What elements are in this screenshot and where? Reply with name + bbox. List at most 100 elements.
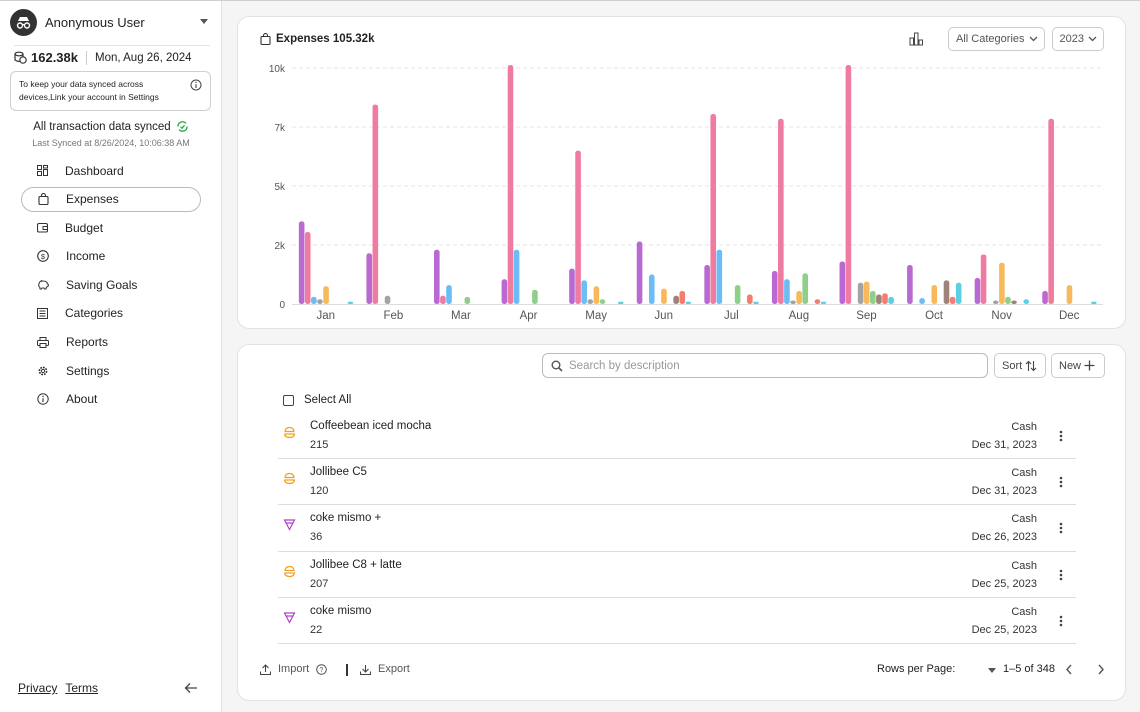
transaction-row[interactable]: coke mismo 22 Cash Dec 25, 2023 xyxy=(278,598,1076,644)
sidebar-item-about[interactable]: About xyxy=(21,387,201,412)
chart-bar[interactable] xyxy=(882,293,888,304)
chart-bar[interactable] xyxy=(931,285,938,304)
import-button[interactable]: Import ? xyxy=(260,663,334,675)
chart-bar[interactable] xyxy=(1023,299,1030,304)
chart-bar[interactable] xyxy=(1048,118,1054,305)
chart-bar[interactable] xyxy=(710,114,717,305)
privacy-link[interactable]: Privacy xyxy=(18,681,57,695)
year-select[interactable]: 2023 xyxy=(1051,27,1104,51)
chart-bar[interactable] xyxy=(876,294,882,304)
chart-bar[interactable] xyxy=(839,261,846,304)
chart-bar[interactable] xyxy=(734,285,741,304)
chart-bar[interactable] xyxy=(907,265,913,304)
chart-bar[interactable] xyxy=(298,221,305,304)
more-options-icon[interactable] xyxy=(1059,615,1063,627)
sidebar-item-dashboard[interactable]: Dashboard xyxy=(21,158,201,183)
chevron-left-icon[interactable] xyxy=(1065,664,1073,675)
chart-bar[interactable] xyxy=(617,301,624,304)
chart-bar[interactable] xyxy=(716,249,723,304)
chart-bar[interactable] xyxy=(317,299,323,304)
chart-bar[interactable] xyxy=(870,291,876,304)
chart-bar[interactable] xyxy=(790,300,796,304)
chart-bar[interactable] xyxy=(796,291,802,304)
sidebar-item-saving-goals[interactable]: Saving Goals xyxy=(21,272,201,297)
chart-bar[interactable] xyxy=(1011,300,1017,304)
chart-bar[interactable] xyxy=(464,296,471,304)
chart-bar[interactable] xyxy=(980,254,987,304)
chart-bar[interactable] xyxy=(747,294,753,304)
export-button[interactable]: Export xyxy=(360,663,410,675)
sidebar-item-income[interactable]: $ Income xyxy=(21,244,201,269)
chart-bar[interactable] xyxy=(636,241,643,304)
chart-bar[interactable] xyxy=(888,296,894,304)
chart-bar[interactable] xyxy=(311,296,317,304)
chart-bar[interactable] xyxy=(992,300,999,304)
chart-bar[interactable] xyxy=(372,104,379,304)
chart-bar[interactable] xyxy=(366,253,373,304)
select-all-checkbox[interactable] xyxy=(283,394,294,406)
chart-bar[interactable] xyxy=(863,281,870,304)
chart-bar[interactable] xyxy=(581,280,587,304)
chart-bar[interactable] xyxy=(587,299,594,304)
transaction-row[interactable]: Coffeebean iced mocha 215 Cash Dec 31, 2023 xyxy=(278,413,1076,460)
chart-bar[interactable] xyxy=(304,232,311,304)
more-options-icon[interactable] xyxy=(1059,569,1063,581)
chart-bar[interactable] xyxy=(955,282,962,304)
sidebar-item-categories[interactable]: Categories xyxy=(21,301,201,326)
chart-bar[interactable] xyxy=(685,301,692,304)
info-icon[interactable] xyxy=(190,79,202,91)
chart-bar[interactable] xyxy=(820,301,827,304)
chart-bar[interactable] xyxy=(753,301,759,304)
chart-bar[interactable] xyxy=(704,265,710,304)
chart-bar[interactable] xyxy=(943,280,950,304)
chart-bar[interactable] xyxy=(974,278,981,304)
chart-bar[interactable] xyxy=(446,285,452,304)
chart-bar[interactable] xyxy=(599,299,606,304)
collapse-arrow-icon[interactable] xyxy=(184,682,198,694)
chart-bar[interactable] xyxy=(919,298,925,304)
transaction-row[interactable]: Jollibee C5 120 Cash Dec 31, 2023 xyxy=(278,459,1076,506)
chart-bar[interactable] xyxy=(1091,301,1097,304)
sidebar-item-settings[interactable]: Settings xyxy=(21,358,201,383)
chart-bar[interactable] xyxy=(532,289,538,304)
chart-bar[interactable] xyxy=(771,270,778,304)
chart-bar[interactable] xyxy=(434,249,440,304)
chart-bar[interactable] xyxy=(784,279,790,304)
chart-bar[interactable] xyxy=(845,65,852,304)
chevron-down-icon[interactable] xyxy=(200,19,208,24)
chart-bar[interactable] xyxy=(593,286,600,304)
chart-bar[interactable] xyxy=(679,291,686,304)
chart-bar[interactable] xyxy=(384,295,391,304)
user-menu[interactable]: Anonymous User xyxy=(10,9,210,36)
chart-bar[interactable] xyxy=(949,296,956,304)
new-button[interactable]: New xyxy=(1051,353,1105,378)
help-icon[interactable]: ? xyxy=(316,663,327,675)
sidebar-item-budget[interactable]: Budget xyxy=(21,215,201,240)
chart-bar[interactable] xyxy=(1066,285,1073,304)
chart-bar[interactable] xyxy=(1042,291,1048,304)
sidebar-item-reports[interactable]: Reports xyxy=(21,330,201,355)
chart-bar[interactable] xyxy=(999,262,1005,304)
chart-bar[interactable] xyxy=(440,295,446,304)
chart-bar[interactable] xyxy=(857,282,864,304)
chart-bar[interactable] xyxy=(802,273,809,304)
chart-bar[interactable] xyxy=(575,150,581,304)
chart-bar[interactable] xyxy=(347,301,354,304)
chart-bar[interactable] xyxy=(323,286,329,304)
more-options-icon[interactable] xyxy=(1059,476,1063,488)
sort-button[interactable]: Sort xyxy=(994,353,1046,378)
terms-link[interactable]: Terms xyxy=(65,681,98,695)
chart-bar[interactable] xyxy=(661,288,667,304)
transaction-row[interactable]: coke mismo + 36 Cash Dec 26, 2023 xyxy=(278,505,1076,552)
chart-bar[interactable] xyxy=(673,295,679,304)
bar-chart-icon[interactable] xyxy=(909,32,924,46)
chart-bar[interactable] xyxy=(501,279,508,304)
chart-bar[interactable] xyxy=(513,249,520,304)
rows-per-page-select[interactable] xyxy=(988,668,996,673)
sidebar-item-expenses[interactable]: Expenses xyxy=(21,186,201,212)
chart-bar[interactable] xyxy=(778,118,784,305)
chart-bar[interactable] xyxy=(569,268,575,304)
search-input[interactable]: Search by description xyxy=(542,353,988,378)
chart-bar[interactable] xyxy=(507,65,514,304)
category-select[interactable]: All Categories xyxy=(948,27,1045,51)
